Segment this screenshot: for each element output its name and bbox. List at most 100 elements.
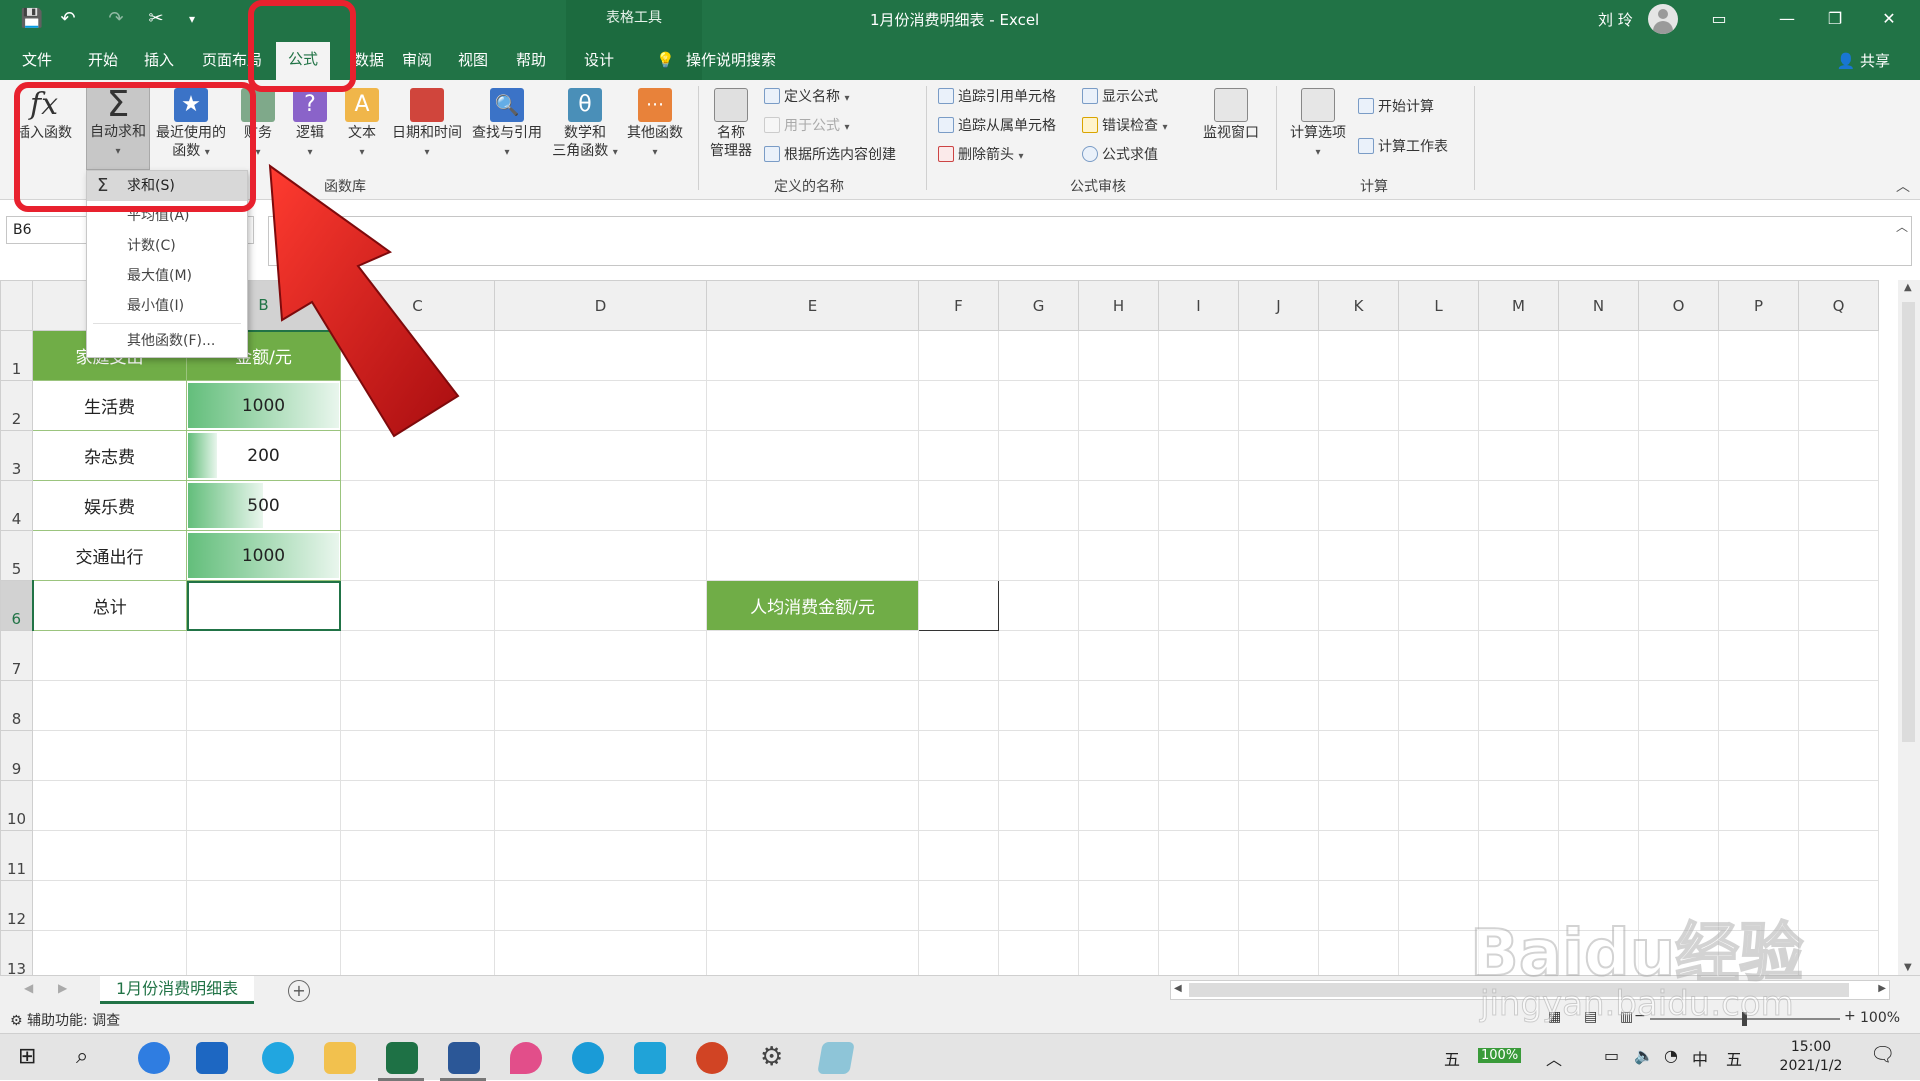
row-header-6[interactable]: 6 xyxy=(0,580,34,631)
cell[interactable] xyxy=(1398,330,1479,381)
column-header-p[interactable]: P xyxy=(1718,280,1799,331)
cell[interactable] xyxy=(998,630,1079,681)
zoom-slider[interactable] xyxy=(1650,1012,1840,1026)
text-functions-button[interactable]: A 文本 ▾ xyxy=(342,88,382,162)
cell-a5[interactable]: 交通出行 xyxy=(32,530,187,581)
cell[interactable] xyxy=(1398,730,1479,781)
cell[interactable] xyxy=(918,380,999,431)
column-header-n[interactable]: N xyxy=(1558,280,1639,331)
cell[interactable] xyxy=(706,330,919,381)
cell[interactable] xyxy=(1078,530,1159,581)
cell[interactable] xyxy=(1478,630,1559,681)
cell[interactable] xyxy=(1798,880,1879,931)
cell[interactable] xyxy=(1478,680,1559,731)
scroll-right-icon[interactable]: ▶ xyxy=(1878,983,1886,994)
notifications-icon[interactable]: 🗨 xyxy=(1870,1042,1895,1066)
paint-icon[interactable] xyxy=(510,1042,542,1074)
minimize-icon[interactable]: — xyxy=(1764,0,1810,38)
cell[interactable] xyxy=(1238,380,1319,431)
cell[interactable] xyxy=(1798,630,1879,681)
cell[interactable] xyxy=(1318,630,1399,681)
wifi-icon[interactable]: ◔ xyxy=(1664,1046,1678,1065)
tab-data[interactable]: 数据 xyxy=(354,48,384,72)
cell[interactable] xyxy=(1718,530,1799,581)
cell[interactable] xyxy=(1398,430,1479,481)
zoom-out-icon[interactable]: − xyxy=(1634,1008,1646,1024)
cell[interactable] xyxy=(918,830,999,881)
tab-file[interactable]: 文件 xyxy=(22,48,52,72)
column-header-q[interactable]: Q xyxy=(1798,280,1879,331)
cell[interactable] xyxy=(1718,780,1799,831)
cell[interactable] xyxy=(1478,580,1559,631)
cell[interactable] xyxy=(1238,480,1319,531)
row-header-7[interactable]: 7 xyxy=(0,630,33,681)
cell[interactable] xyxy=(1718,680,1799,731)
name-manager-button[interactable]: 名称 管理器 xyxy=(706,88,756,160)
cell[interactable] xyxy=(186,880,341,931)
cell-f6[interactable] xyxy=(918,580,999,631)
cell[interactable] xyxy=(1638,730,1719,781)
cell[interactable] xyxy=(918,530,999,581)
cell[interactable] xyxy=(1238,530,1319,581)
cell[interactable] xyxy=(1398,530,1479,581)
cell[interactable] xyxy=(1718,880,1799,931)
create-from-selection-button[interactable]: 根据所选内容创建 xyxy=(764,144,896,166)
expand-formula-bar-icon[interactable]: ︿ xyxy=(1896,218,1908,235)
cell[interactable] xyxy=(494,780,707,831)
cell[interactable] xyxy=(1078,330,1159,381)
trace-precedents-button[interactable]: 追踪引用单元格 xyxy=(938,86,1056,108)
cell[interactable] xyxy=(340,780,495,831)
edge-icon[interactable] xyxy=(572,1042,604,1074)
tab-view[interactable]: 视图 xyxy=(458,48,488,72)
cell[interactable] xyxy=(706,430,919,481)
row-header-13[interactable]: 13 xyxy=(0,930,33,975)
cell[interactable] xyxy=(186,830,341,881)
cell[interactable] xyxy=(1158,730,1239,781)
screen-capture-icon[interactable] xyxy=(634,1042,666,1074)
cell[interactable] xyxy=(706,730,919,781)
evaluate-formula-button[interactable]: 公式求值 xyxy=(1082,144,1158,166)
cell[interactable] xyxy=(1718,580,1799,631)
cell[interactable] xyxy=(1158,580,1239,631)
save-icon[interactable]: 💾 xyxy=(20,8,44,30)
cell[interactable] xyxy=(1398,930,1479,975)
cell[interactable] xyxy=(706,680,919,731)
cell[interactable] xyxy=(1398,830,1479,881)
cell[interactable] xyxy=(1318,330,1399,381)
cell[interactable] xyxy=(918,730,999,781)
page-layout-view-icon[interactable]: ▤ xyxy=(1584,1009,1597,1025)
cell[interactable] xyxy=(1478,730,1559,781)
cell[interactable] xyxy=(1238,780,1319,831)
cell[interactable] xyxy=(1158,380,1239,431)
prev-sheet-icon[interactable]: ◀ xyxy=(24,981,33,995)
cell[interactable] xyxy=(1078,730,1159,781)
cell[interactable] xyxy=(494,380,707,431)
cell[interactable] xyxy=(1478,780,1559,831)
ribbon-display-options-icon[interactable]: ▭ xyxy=(1696,0,1742,38)
cell-b5[interactable]: 1000 xyxy=(186,530,341,581)
cell[interactable] xyxy=(706,830,919,881)
redo-icon[interactable]: ↷ xyxy=(104,8,128,30)
cell[interactable] xyxy=(1478,430,1559,481)
restore-icon[interactable]: ❐ xyxy=(1812,0,1858,38)
lightbulb-icon[interactable]: 💡 xyxy=(656,48,675,72)
cell[interactable] xyxy=(998,830,1079,881)
cell[interactable] xyxy=(186,930,341,975)
cell[interactable] xyxy=(1158,880,1239,931)
cell[interactable] xyxy=(1078,430,1159,481)
accessibility-status[interactable]: ⚙ 辅助功能: 调查 xyxy=(10,1010,120,1030)
cell[interactable] xyxy=(998,480,1079,531)
math-trig-button[interactable]: θ 数学和 三角函数 ▾ xyxy=(546,88,624,162)
lookup-reference-button[interactable]: 🔍 查找与引用 ▾ xyxy=(468,88,546,162)
row-header-1[interactable]: 1 xyxy=(0,330,33,381)
add-sheet-icon[interactable]: + xyxy=(288,980,310,1002)
column-header-o[interactable]: O xyxy=(1638,280,1719,331)
column-header-j[interactable]: J xyxy=(1238,280,1319,331)
cell[interactable] xyxy=(1718,930,1799,975)
cell[interactable] xyxy=(1238,630,1319,681)
cell[interactable] xyxy=(494,480,707,531)
cell[interactable] xyxy=(998,330,1079,381)
cell[interactable] xyxy=(1638,880,1719,931)
cell[interactable] xyxy=(1558,530,1639,581)
cell[interactable] xyxy=(1478,930,1559,975)
